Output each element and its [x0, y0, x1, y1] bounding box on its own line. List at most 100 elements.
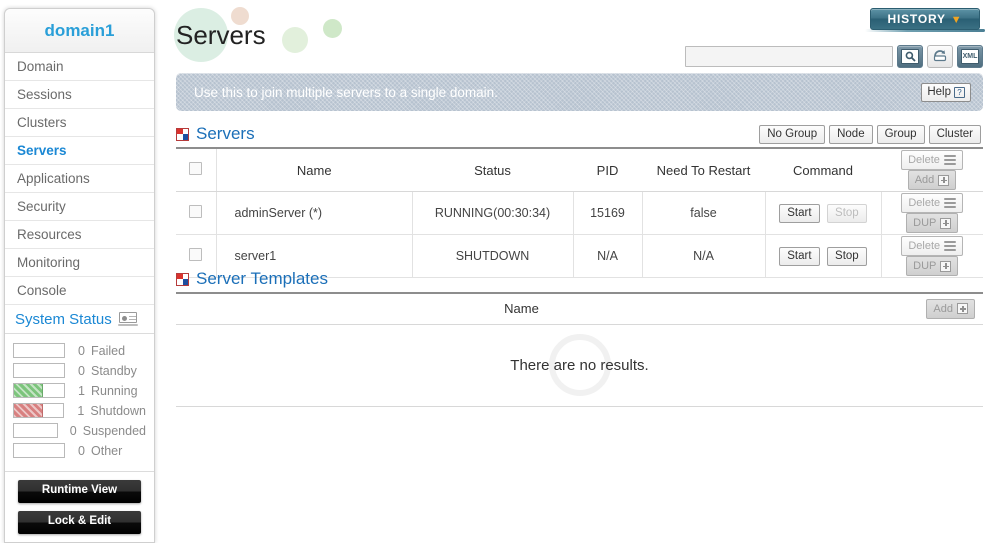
row-checkbox[interactable]	[189, 248, 203, 261]
delete-row-button[interactable]: Delete	[901, 236, 964, 256]
templates-column-header-name: Name	[176, 292, 867, 325]
sidebar-item-security[interactable]: Security	[5, 193, 154, 221]
duplicate-row-label: DUP	[913, 217, 937, 229]
stop-button[interactable]: Stop	[827, 203, 867, 223]
status-row-suspended: 0 Suspended	[13, 421, 146, 440]
xml-export-button[interactable]: XML	[957, 45, 983, 68]
history-button[interactable]: HISTORY ▼	[870, 8, 980, 30]
filter-button-node[interactable]: Node	[829, 124, 873, 144]
add-server-button[interactable]: Add	[907, 170, 957, 190]
duplicate-row-button[interactable]: DUP	[906, 213, 959, 233]
add-server-label: Add	[914, 174, 935, 186]
cell-name[interactable]: adminServer (*)	[216, 191, 413, 235]
row-checkbox[interactable]	[189, 205, 203, 218]
banner-message: Use this to join multiple servers to a s…	[194, 84, 498, 100]
servers-filter-group: No Group Node Group Cluster	[757, 124, 983, 144]
runtime-view-button[interactable]: Runtime View	[18, 480, 141, 503]
topbar: Servers HISTORY ▼ XML	[160, 0, 989, 68]
templates-header-actions: Add	[867, 292, 983, 325]
status-count-suspended: 0	[69, 423, 77, 438]
cell-row-actions: Delete DUP	[881, 191, 983, 235]
delete-stack-icon	[944, 240, 957, 252]
delete-row-label: Delete	[908, 240, 941, 252]
help-button[interactable]: Help ?	[921, 82, 971, 102]
plus-icon	[957, 303, 968, 315]
sidebar-item-clusters[interactable]: Clusters	[5, 109, 154, 137]
refresh-button[interactable]	[927, 45, 953, 68]
sidebar-item-sessions[interactable]: Sessions	[5, 81, 154, 109]
empty-message: There are no results.	[510, 356, 649, 374]
status-count-failed: 0	[78, 343, 85, 358]
sidebar-divider	[5, 471, 154, 472]
status-bar-standby	[13, 363, 65, 378]
application-root: domain1 Domain Sessions Clusters Servers…	[0, 0, 989, 543]
status-bar-running	[13, 383, 65, 398]
status-label-suspended: Suspended	[82, 423, 146, 438]
start-button[interactable]: Start	[779, 203, 820, 223]
sidebar-item-monitoring[interactable]: Monitoring	[5, 249, 154, 277]
help-label: Help	[927, 85, 951, 98]
sidebar: domain1 Domain Sessions Clusters Servers…	[4, 8, 155, 543]
column-header-name: Name	[216, 147, 412, 192]
row-select-cell	[176, 191, 217, 235]
plus-icon	[938, 174, 950, 186]
system-status-list: 0 Failed 0 Standby 1 Running 1 Shutdown …	[5, 334, 154, 469]
decorative-blob-green-small	[323, 19, 342, 38]
system-status-title: System Status	[15, 310, 112, 328]
column-header-status: Status	[412, 147, 573, 192]
status-bar-other	[13, 443, 65, 458]
sidebar-item-applications[interactable]: Applications	[5, 165, 154, 193]
filter-button-group[interactable]: Group	[876, 124, 925, 144]
cell-command: Start Stop	[765, 191, 882, 235]
sidebar-item-resources[interactable]: Resources	[5, 221, 154, 249]
search-button[interactable]	[897, 45, 923, 68]
column-header-command: Command	[765, 147, 881, 192]
add-template-label: Add	[933, 302, 953, 315]
status-count-standby: 0	[78, 363, 85, 378]
servers-header-actions: Delete Add	[881, 147, 983, 192]
add-template-button[interactable]: Add	[926, 298, 975, 319]
sidebar-item-servers[interactable]: Servers	[5, 137, 154, 165]
cell-status: RUNNING(00:30:34)	[412, 191, 574, 235]
filter-button-cluster[interactable]: Cluster	[928, 124, 981, 144]
cell-need-to-restart: false	[642, 191, 766, 235]
xml-export-icon: XML	[961, 49, 979, 64]
delete-all-button[interactable]: Delete	[901, 150, 963, 170]
chevron-down-icon: ▼	[950, 14, 963, 26]
status-row-failed: 0 Failed	[13, 341, 146, 360]
filter-button-no-group[interactable]: No Group	[759, 124, 826, 144]
section-marker-icon	[176, 127, 189, 141]
status-row-standby: 0 Standby	[13, 361, 146, 380]
delete-row-button[interactable]: Delete	[901, 193, 964, 213]
servers-panel-header: Servers No Group Node Group Cluster	[176, 121, 983, 147]
stop-button[interactable]: Stop	[827, 246, 867, 266]
info-banner: Use this to join multiple servers to a s…	[176, 73, 983, 111]
status-count-shutdown: 1	[77, 403, 85, 418]
search-input[interactable]	[685, 46, 893, 67]
history-label: HISTORY	[887, 12, 946, 26]
sidebar-item-domain[interactable]: Domain	[5, 53, 154, 81]
templates-table: Name Add	[176, 292, 983, 325]
status-row-running: 1 Running	[13, 381, 146, 400]
sidebar-item-console[interactable]: Console	[5, 277, 154, 305]
column-header-need-to-restart: Need To Restart	[642, 147, 765, 192]
search-toolbar: XML	[685, 45, 983, 68]
status-bar-suspended	[13, 423, 59, 438]
servers-panel-title: Servers	[196, 124, 255, 143]
lock-and-edit-button[interactable]: Lock & Edit	[18, 511, 141, 534]
status-label-other: Other	[91, 443, 123, 458]
templates-empty-state: There are no results.	[176, 325, 983, 407]
servers-table-header-row: Name Status PID Need To Restart Command …	[176, 147, 983, 192]
status-row-other: 0 Other	[13, 441, 146, 460]
page-title: Servers	[176, 20, 266, 50]
table-row: adminServer (*) RUNNING(00:30:34) 15169 …	[176, 191, 983, 235]
sidebar-nav: Domain Sessions Clusters Servers Applica…	[5, 53, 154, 305]
status-bar-shutdown	[13, 403, 65, 418]
start-button[interactable]: Start	[779, 246, 820, 266]
templates-table-header-row: Name Add	[176, 292, 983, 325]
delete-all-label: Delete	[908, 154, 940, 166]
status-row-shutdown: 1 Shutdown	[13, 401, 146, 420]
templates-panel-title: Server Templates	[196, 269, 328, 288]
select-all-checkbox[interactable]	[189, 162, 203, 175]
search-icon	[901, 49, 919, 64]
